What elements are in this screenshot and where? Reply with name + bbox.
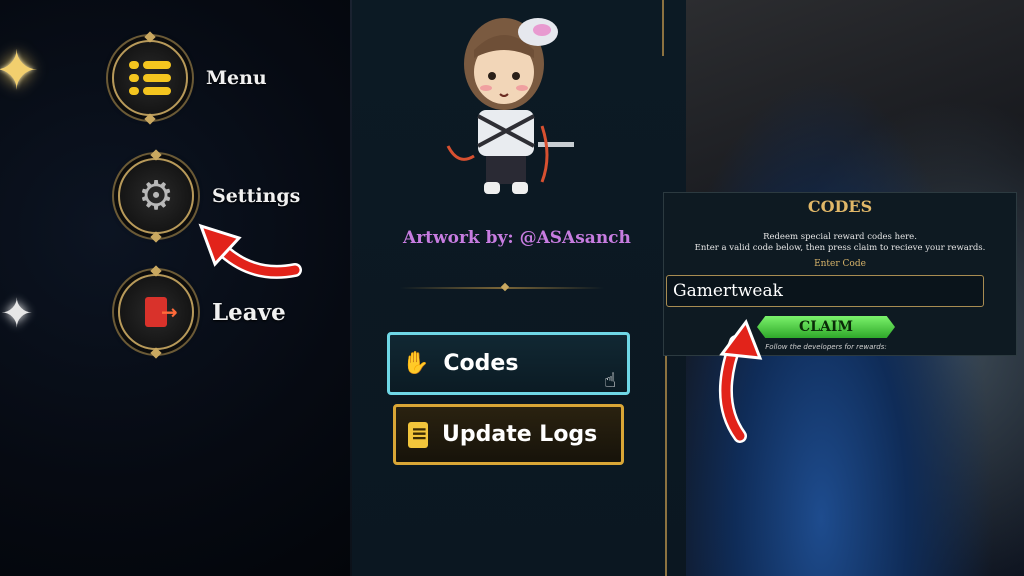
pointer-cursor-icon: ☝ (604, 368, 617, 392)
code-input[interactable] (666, 275, 984, 307)
red-arrow-settings (198, 223, 302, 279)
ornament-divider (400, 287, 604, 289)
gold-sparkle-icon: ✦ (0, 39, 40, 102)
hand-stars-icon: ✋ (402, 351, 430, 376)
menu-icon (112, 40, 188, 116)
codes-description-line: Enter a valid code below, then press cla… (694, 243, 986, 253)
enter-code-label: Enter Code (814, 259, 866, 269)
gear-icon: ⚙ (118, 158, 194, 234)
exit-door-icon (118, 274, 194, 350)
sidebar-item-label: Settings (212, 185, 301, 207)
clipboard-icon (408, 421, 428, 448)
artwork-credit: Artwork by: @ASAsanch (403, 228, 631, 248)
codes-button-label: Codes (443, 351, 519, 376)
codes-title: CODES (807, 197, 873, 216)
codes-button[interactable]: ✋ Codes (387, 332, 630, 395)
update-logs-button[interactable]: Update Logs (393, 404, 624, 465)
panel-divider (662, 0, 664, 56)
sidebar-item-label: Menu (206, 67, 267, 89)
sidebar-item-label: Leave (212, 298, 286, 326)
white-sparkle-icon: ✦ (0, 291, 34, 337)
character-artwork (446, 18, 574, 194)
codes-description: Redeem special reward codes here. Enter … (664, 232, 1016, 254)
red-arrow-claim (718, 318, 763, 443)
sidebar-item-leave[interactable]: Leave (118, 274, 286, 350)
sidebar-item-menu[interactable]: Menu (112, 40, 267, 116)
codes-description-line: Redeem special reward codes here. (763, 232, 917, 242)
panel-divider (665, 356, 667, 576)
update-logs-button-label: Update Logs (442, 422, 598, 447)
claim-button[interactable]: CLAIM (757, 316, 895, 338)
